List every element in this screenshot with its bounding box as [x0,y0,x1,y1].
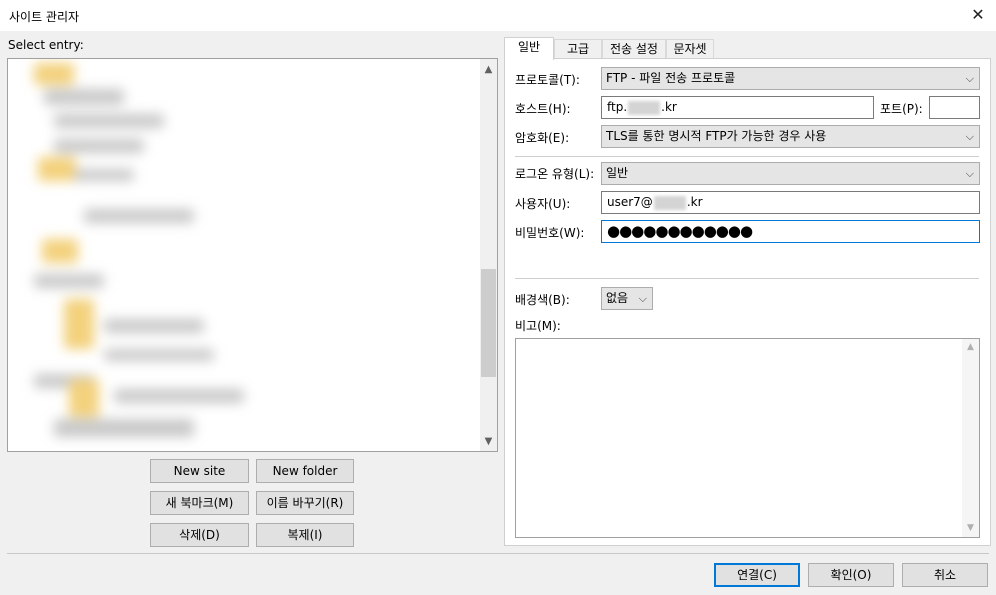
background-color-label: 배경색(B): [515,293,570,307]
logon-type-value: 일반 [606,166,629,180]
new-site-button[interactable]: New site [150,459,249,483]
chevron-down-icon: ⌵ [638,292,647,305]
user-label: 사용자(U): [515,197,571,211]
user-value-prefix: user7@ [607,195,653,209]
new-bookmark-button[interactable]: 새 북마크(M) [150,491,249,515]
tab-transfer-settings[interactable]: 전송 설정 [602,39,666,59]
scroll-down-icon[interactable]: ▼ [962,520,979,537]
blurred-tree-entries [24,59,282,451]
host-value-suffix: .kr [661,100,677,114]
delete-button[interactable]: 삭제(D) [150,523,249,547]
scroll-up-icon[interactable]: ▲ [962,339,979,356]
divider [515,156,979,157]
background-color-select[interactable]: 없음 ⌵ [601,287,653,310]
redacted-mask [653,195,686,210]
logon-type-label: 로그온 유형(L): [515,167,595,181]
divider [515,278,979,279]
host-input[interactable]: ftp. .kr [601,96,874,119]
encryption-value: TLS를 통한 명시적 FTP가 가능한 경우 사용 [606,129,827,143]
tab-advanced[interactable]: 고급 [554,39,602,59]
port-label: 포트(P): [880,102,923,116]
password-input[interactable]: ●●●●●●●●●●●● [601,220,980,243]
scrollbar-thumb[interactable] [481,269,496,377]
chevron-down-icon: ⌵ [965,72,974,85]
protocol-select[interactable]: FTP - 파일 전송 프로토콜 ⌵ [601,67,980,90]
connect-button[interactable]: 연결(C) [714,563,800,587]
tree-scrollbar[interactable]: ▲ ▼ [480,59,497,451]
background-color-value: 없음 [606,291,629,305]
user-input[interactable]: user7@ .kr [601,191,980,214]
comments-textarea[interactable]: ▲ ▼ [515,338,980,538]
cancel-button[interactable]: 취소 [902,563,988,587]
encryption-select[interactable]: TLS를 통한 명시적 FTP가 가능한 경우 사용 ⌵ [601,125,980,148]
chevron-down-icon: ⌵ [965,167,974,180]
protocol-value: FTP - 파일 전송 프로토콜 [606,71,736,85]
encryption-label: 암호화(E): [515,131,570,145]
close-icon[interactable]: ✕ [966,4,990,26]
new-folder-button[interactable]: New folder [256,459,354,483]
password-label: 비밀번호(W): [515,226,585,240]
port-input[interactable] [929,96,980,119]
protocol-label: 프로토콜(T): [515,73,580,87]
ok-button[interactable]: 확인(O) [808,563,894,587]
logon-type-select[interactable]: 일반 ⌵ [601,162,980,185]
user-value-suffix: .kr [686,195,703,209]
window-title: 사이트 관리자 [9,10,80,24]
site-tree[interactable]: ▲ ▼ [7,58,498,452]
title-bar: 사이트 관리자 ✕ [0,0,996,31]
duplicate-button[interactable]: 복제(I) [256,523,354,547]
comments-scrollbar[interactable]: ▲ ▼ [962,339,979,537]
tab-general[interactable]: 일반 [504,37,554,60]
rename-button[interactable]: 이름 바꾸기(R) [256,491,354,515]
redacted-mask [628,100,661,115]
scroll-down-icon[interactable]: ▼ [480,433,497,450]
select-entry-label: Select entry: [8,38,84,52]
footer-divider [7,553,989,554]
tab-charset[interactable]: 문자셋 [666,39,714,59]
comments-label: 비고(M): [515,319,561,333]
chevron-down-icon: ⌵ [965,130,974,143]
host-label: 호스트(H): [515,102,571,116]
scroll-up-icon[interactable]: ▲ [480,61,497,78]
general-tab-panel: 프로토콜(T): FTP - 파일 전송 프로토콜 ⌵ 호스트(H): ftp.… [504,58,991,546]
host-value-prefix: ftp. [607,100,628,114]
